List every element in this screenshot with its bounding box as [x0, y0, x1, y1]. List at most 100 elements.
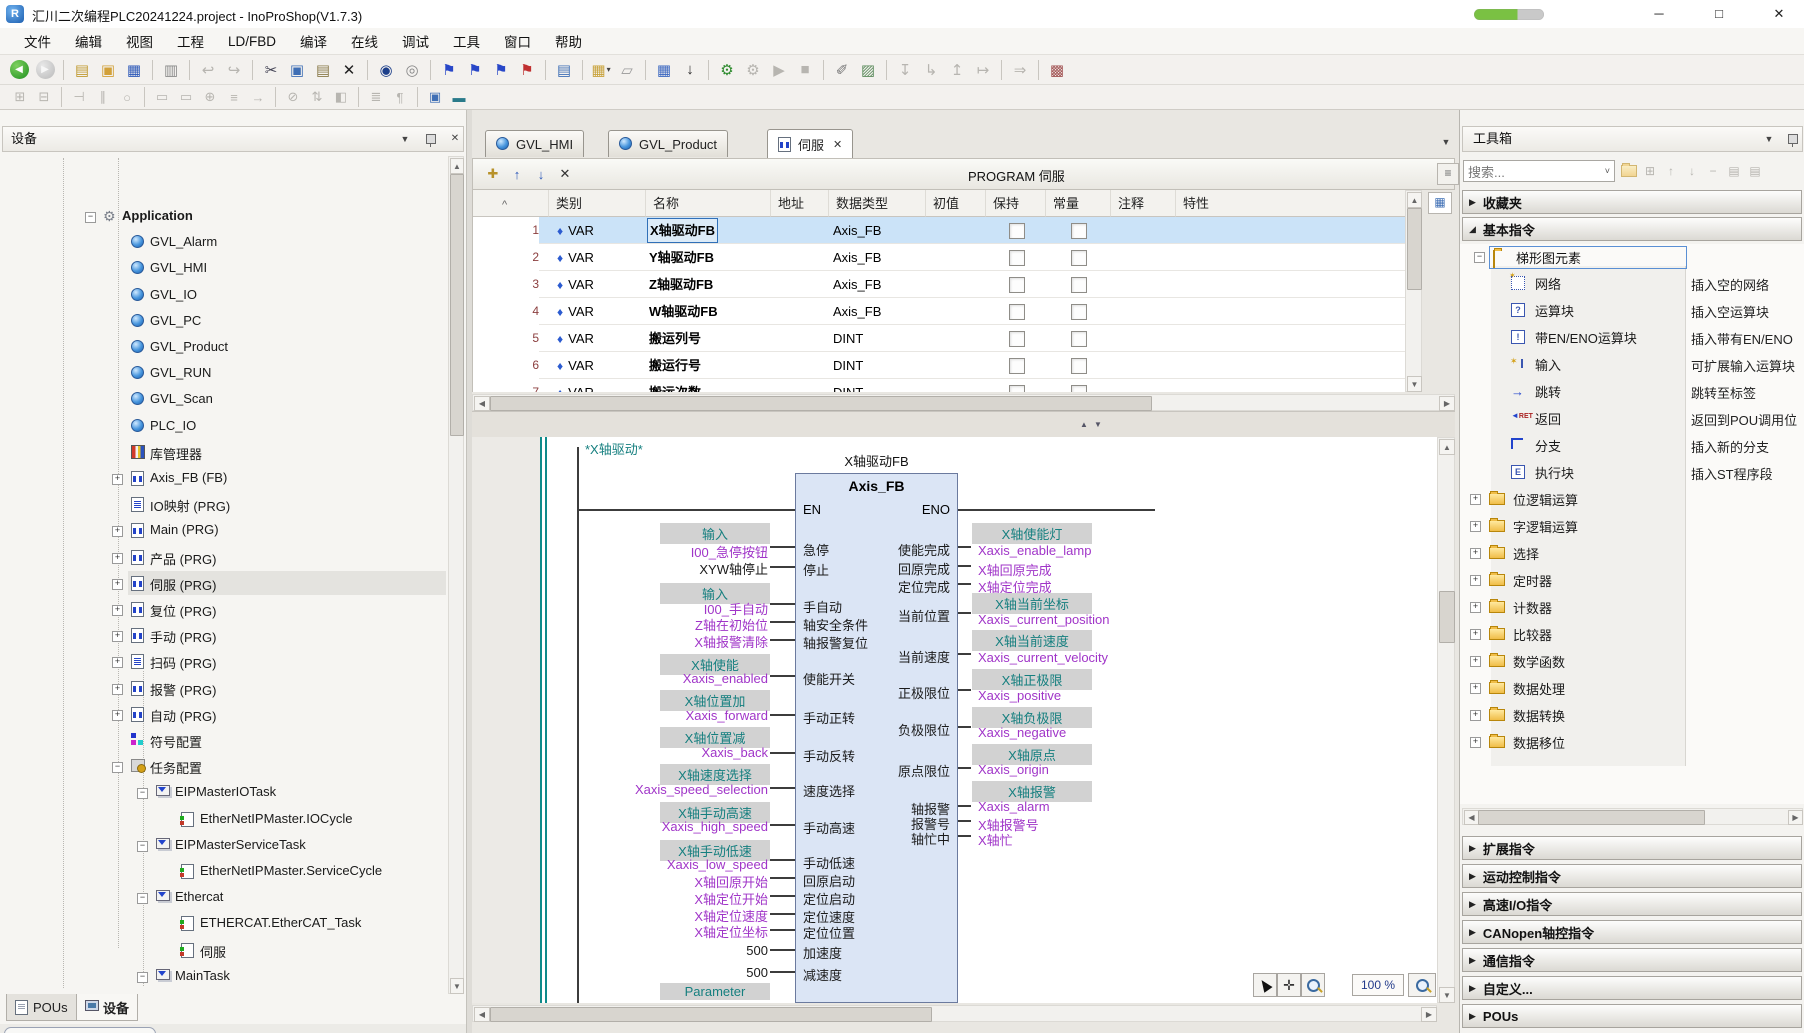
column-header-名称[interactable]: 名称	[646, 190, 771, 217]
constant-checkbox[interactable]	[1071, 250, 1087, 266]
move-up-button[interactable]: ↑	[506, 163, 528, 185]
operand-Xaxis_positive[interactable]: Xaxis_positive	[978, 688, 1061, 703]
persist-checkbox[interactable]	[1009, 223, 1025, 239]
insert-coil-button[interactable]: ○	[116, 87, 138, 107]
maximize-button[interactable]: □	[1696, 0, 1742, 28]
tree-item-手动 (PRG)[interactable]: +手动 (PRG)	[2, 623, 446, 648]
toolbox-section-扩展指令[interactable]: ▶扩展指令	[1462, 836, 1802, 860]
toolbox-section-basic[interactable]: ◢基本指令	[1462, 217, 1802, 241]
column-header-特性[interactable]: 特性	[1176, 190, 1406, 217]
collapse-icon[interactable]: −	[137, 893, 148, 904]
tree-item-库管理器[interactable]: 库管理器	[2, 440, 446, 465]
insert-contact-button[interactable]: ⊣	[68, 87, 90, 107]
expand-icon[interactable]: +	[1470, 656, 1481, 667]
expand-icon[interactable]: +	[112, 657, 123, 668]
toolbox-section-运动控制指令[interactable]: ▶运动控制指令	[1462, 864, 1802, 888]
collapse-icon[interactable]: −	[137, 788, 148, 799]
operand-label[interactable]: 输入	[660, 523, 770, 544]
operand-X轴报警清除[interactable]: X轴报警清除	[694, 632, 768, 651]
tree-item-GVL_PC[interactable]: GVL_PC	[2, 309, 446, 334]
tree-item-符号配置[interactable]: 符号配置	[2, 728, 446, 753]
toolbox-section-高速I/O指令[interactable]: ▶高速I/O指令	[1462, 892, 1802, 916]
toolbox-section-POUs[interactable]: ▶POUs	[1462, 1004, 1802, 1028]
flow-control-button[interactable]: ⇒	[1008, 58, 1032, 82]
collapse-icon[interactable]: −	[85, 212, 96, 223]
toolbox-search-input[interactable]: 搜索... ˅	[1463, 160, 1615, 182]
declaration-row[interactable]: 2♦VARY轴驱动FBAxis_FB	[473, 244, 1406, 271]
paste-network-button[interactable]: ▤	[552, 58, 576, 82]
fbd-select-mode-button[interactable]	[1253, 973, 1277, 997]
move-down-button[interactable]: ↓	[530, 163, 552, 185]
print-button[interactable]: ▥	[159, 58, 183, 82]
insert-network-below-button[interactable]: ⊟	[33, 87, 55, 107]
device-tree-scrollbar[interactable]: ▲ ▼	[448, 156, 464, 994]
operand-Xaxis_back[interactable]: Xaxis_back	[702, 745, 768, 760]
insert-box-en-button[interactable]: ▭	[175, 87, 197, 107]
toolbox-dropdown-icon[interactable]: ▼	[1761, 131, 1777, 147]
expand-icon[interactable]: +	[1470, 683, 1481, 694]
type-cell[interactable]: Axis_FB	[833, 298, 881, 325]
block-instance-label[interactable]: X轴驱动FB	[795, 451, 958, 470]
tree-item-GVL_Product[interactable]: GVL_Product	[2, 335, 446, 360]
toolbox-item-带EN/ENO运算块[interactable]: !带EN/ENO运算块	[1491, 325, 1685, 349]
column-header-常量[interactable]: 常量	[1046, 190, 1111, 217]
tree-item-EIPMasterIOTask[interactable]: −EIPMasterIOTask	[2, 780, 446, 805]
expand-icon[interactable]: +	[1470, 548, 1481, 559]
expand-icon[interactable]: +	[112, 553, 123, 564]
operand-label[interactable]: X轴使能灯	[972, 523, 1092, 544]
start-button[interactable]: ▶	[767, 58, 791, 82]
persist-checkbox[interactable]	[1009, 358, 1025, 374]
tree-item-PLC_IO[interactable]: PLC_IO	[2, 414, 446, 439]
axis-fb-block[interactable]: Axis_FBENENO急停停止手自动轴安全条件轴报警复位使能开关手动正转手动反…	[795, 473, 958, 1003]
tab-list-dropdown-icon[interactable]: ▼	[1438, 132, 1454, 152]
menu-item-编辑[interactable]: 编辑	[63, 27, 114, 55]
nav-back-button[interactable]: ◀	[7, 58, 31, 82]
save-project-button[interactable]: ▦	[122, 58, 146, 82]
operand-Xaxis_speed_selection[interactable]: Xaxis_speed_selection	[635, 782, 768, 797]
declaration-row[interactable]: 7♦VAR搬运次数DINT	[473, 379, 1406, 392]
toolbox-folder-字逻辑运算[interactable]: +字逻辑运算	[1464, 514, 1685, 538]
toolbox-pin-icon[interactable]	[1785, 131, 1801, 147]
insert-parallel-contact-button[interactable]: ∥	[92, 87, 114, 107]
type-cell[interactable]: Axis_FB	[833, 271, 881, 298]
fbd-vscrollbar[interactable]: ▲ ▼	[1437, 437, 1455, 1003]
expand-icon[interactable]: +	[1470, 521, 1481, 532]
persist-checkbox[interactable]	[1009, 385, 1025, 392]
tree-item-MainTask[interactable]: −MainTask	[2, 964, 446, 989]
toolbox-remove-icon[interactable]: −	[1704, 162, 1722, 180]
run-to-cursor-button[interactable]: ↦	[971, 58, 995, 82]
view-monitor-button[interactable]: ▬	[448, 87, 470, 107]
open-project-button[interactable]: ▣	[96, 58, 120, 82]
menu-item-LD/FBD[interactable]: LD/FBD	[216, 30, 288, 53]
operand-X轴定位坐标[interactable]: X轴定位坐标	[694, 922, 768, 941]
bookmark-next-button[interactable]: ⚑	[463, 58, 487, 82]
operand-500[interactable]: 500	[746, 943, 768, 958]
operand-Xaxis_enable_lamp[interactable]: Xaxis_enable_lamp	[978, 543, 1091, 558]
navigator-tab-POUs[interactable]: POUs	[6, 994, 77, 1021]
toolbox-folder-选择[interactable]: +选择	[1464, 541, 1685, 565]
tree-item-Axis_FB (FB)[interactable]: +Axis_FB (FB)	[2, 466, 446, 491]
toolbox-add-icon[interactable]: ⊞	[1641, 162, 1659, 180]
download-button[interactable]: ↓	[678, 58, 702, 82]
menu-item-工具[interactable]: 工具	[441, 27, 492, 55]
toolbox-folder-数据移位[interactable]: +数据移位	[1464, 730, 1685, 754]
operand-XYW轴停止[interactable]: XYW轴停止	[699, 559, 768, 578]
tree-item-报警 (PRG)[interactable]: +报警 (PRG)	[2, 676, 446, 701]
declaration-row[interactable]: 4♦VARW轴驱动FBAxis_FB	[473, 298, 1406, 325]
menu-item-调试[interactable]: 调试	[390, 27, 441, 55]
undo-button[interactable]: ↩	[196, 58, 220, 82]
declaration-row[interactable]: 5♦VAR搬运列号DINT	[473, 325, 1406, 352]
cut-button[interactable]: ✂	[259, 58, 283, 82]
name-cell[interactable]: 搬运行号	[649, 352, 701, 379]
toolbox-hscrollbar[interactable]: ◀ ▶	[1462, 808, 1803, 825]
declaration-view-toggle-icon[interactable]: ▦	[1428, 192, 1452, 214]
persist-checkbox[interactable]	[1009, 277, 1025, 293]
tree-item-复位 (PRG)[interactable]: +复位 (PRG)	[2, 597, 446, 622]
delete-declaration-button[interactable]: ✕	[554, 163, 576, 185]
minimize-button[interactable]: ─	[1636, 0, 1682, 28]
copy-button[interactable]: ▣	[285, 58, 309, 82]
expand-icon[interactable]: +	[1470, 575, 1481, 586]
delete-button[interactable]: ✕	[337, 58, 361, 82]
type-cell[interactable]: Axis_FB	[833, 217, 881, 244]
menu-item-工程[interactable]: 工程	[165, 27, 216, 55]
